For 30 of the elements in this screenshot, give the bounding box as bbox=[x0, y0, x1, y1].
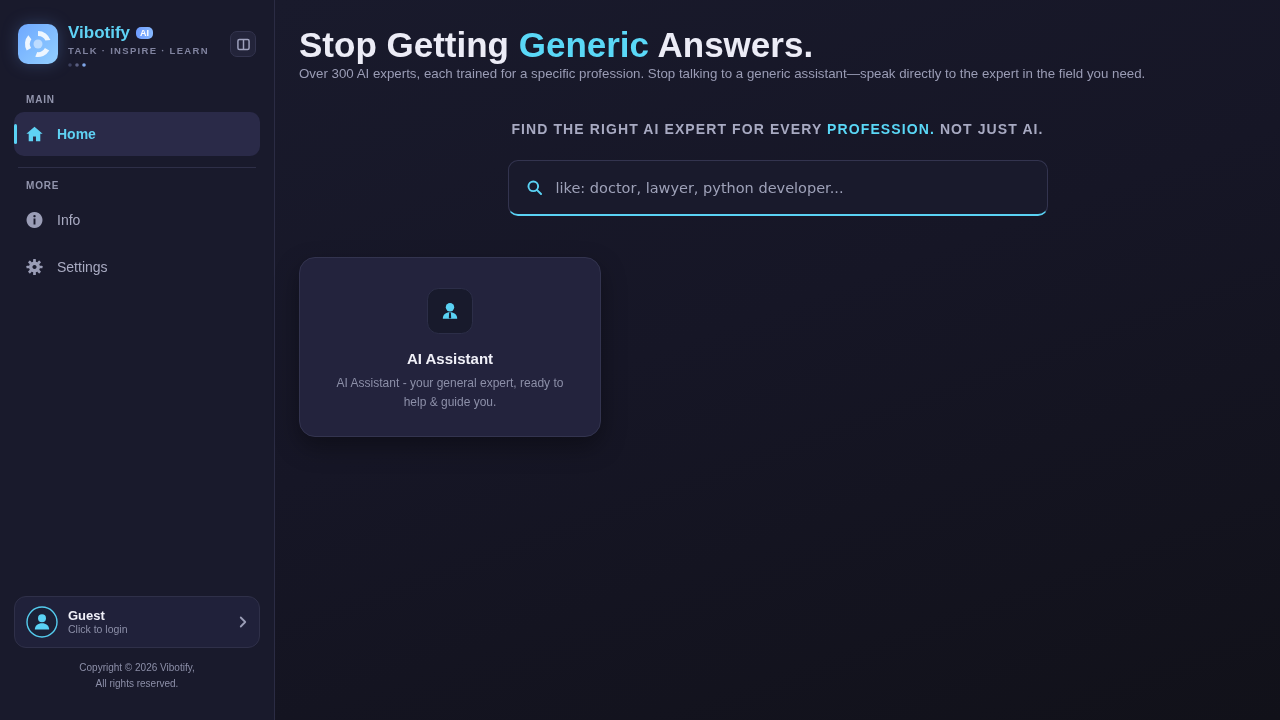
home-icon bbox=[26, 126, 43, 142]
login-hint: Click to login bbox=[68, 623, 128, 636]
nav-item[interactable]: Settings bbox=[14, 245, 260, 289]
nav-item[interactable]: Home bbox=[14, 112, 260, 156]
avatar-icon bbox=[26, 606, 58, 638]
person-icon bbox=[427, 288, 473, 334]
page-subtitle: Over 300 AI experts, each trained for a specific profession. Stop talking to a generic assistant—speak directly to the expert in the field you need. bbox=[299, 66, 1146, 82]
finder-tagline: FIND THE RIGHT AI EXPERT FOR EVERY PROFESSION. NOT JUST AI. bbox=[511, 120, 1044, 138]
user-name: Guest bbox=[68, 608, 105, 623]
card-title: AI Assistant bbox=[406, 349, 494, 369]
sidebar-toggle-button[interactable] bbox=[230, 31, 256, 57]
section-heading: MORE bbox=[25, 180, 61, 191]
columns-icon bbox=[236, 37, 250, 51]
search-icon bbox=[526, 180, 542, 195]
search-field[interactable]: like: doctor, lawyer, python developer... bbox=[507, 160, 1048, 216]
user-card[interactable]: Guest Click to login bbox=[14, 596, 260, 648]
settings-icon bbox=[26, 259, 43, 275]
card-description: AI Assistant - your general expert, ready to help & guide you. bbox=[335, 375, 565, 411]
copyright-text: Copyright © 2026 Vibotify, All rights reserved. bbox=[79, 661, 195, 691]
page-title: Stop Getting Generic Answers. bbox=[299, 25, 814, 65]
expert-card[interactable]: AI Assistant AI Assistant - your general expert, ready to help & guide you. bbox=[299, 257, 601, 437]
nav-item[interactable]: Info bbox=[14, 198, 260, 242]
logo-icon bbox=[18, 24, 58, 64]
chevron-icon bbox=[239, 616, 247, 628]
section-heading: MAIN bbox=[25, 94, 56, 105]
brand-tagline: TALK · INSPIRE · LEARN bbox=[68, 45, 210, 57]
dots-icon bbox=[68, 63, 86, 67]
brand-name: Vibotify bbox=[68, 24, 131, 42]
info-icon bbox=[26, 212, 43, 228]
ai-badge: AI bbox=[136, 27, 154, 39]
